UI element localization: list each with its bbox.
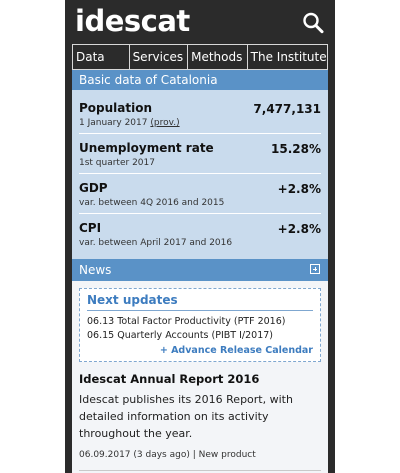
news-item-title[interactable]: Idescat Annual Report 2016 [79, 372, 321, 386]
expand-icon[interactable] [310, 264, 320, 274]
stat-subtitle: 1st quarter 2017 [79, 158, 155, 168]
stat-gdp[interactable]: GDP +2.8% var. between 4Q 2016 and 2015 [79, 174, 321, 214]
main-navigation: Data Services Methods The Institute [72, 44, 328, 70]
news-header: News [72, 259, 328, 281]
stat-value: 7,477,131 [253, 102, 321, 116]
stat-cpi[interactable]: CPI +2.8% var. between April 2017 and 20… [79, 214, 321, 253]
idescat-logo[interactable]: idescat [75, 4, 190, 38]
nav-methods[interactable]: Methods [187, 44, 247, 70]
stat-population[interactable]: Population 7,477,131 1 January 2017 (pro… [79, 94, 321, 134]
next-updates-box: Next updates 06.13 Total Factor Producti… [79, 288, 321, 362]
stat-value: +2.8% [277, 222, 321, 236]
basic-data-panel: Population 7,477,131 1 January 2017 (pro… [72, 90, 328, 259]
stat-unemployment-rate[interactable]: Unemployment rate 15.28% 1st quarter 201… [79, 134, 321, 174]
stat-date: 1 January 2017 [79, 118, 148, 128]
stat-subtitle: var. between 4Q 2016 and 2015 [79, 198, 225, 208]
meta-separator: | [192, 450, 196, 460]
advance-release-calendar-link[interactable]: + Advance Release Calendar [87, 345, 313, 356]
stat-value: 15.28% [271, 142, 321, 156]
search-icon [303, 12, 324, 34]
divider [79, 470, 321, 471]
stat-subtitle: var. between April 2017 and 2016 [79, 238, 233, 248]
main-content: Basic data of Catalonia Population 7,477… [72, 70, 328, 473]
stat-subtitle: 1 January 2017 (prov.) [79, 118, 321, 128]
news-item-meta: 06.09.2017 (3 days ago) | New product [79, 450, 321, 460]
basic-data-header: Basic data of Catalonia [72, 70, 328, 90]
stat-value: +2.8% [277, 182, 321, 196]
news-item-date: 06.09.2017 (3 days ago) [79, 450, 190, 460]
update-item[interactable]: 06.15 Quarterly Accounts (PIBT I/2017) [87, 329, 313, 343]
update-item[interactable]: 06.13 Total Factor Productivity (PTF 201… [87, 315, 313, 329]
news-item: Idescat Annual Report 2016 Idescat publi… [72, 362, 328, 460]
nav-the-institute[interactable]: The Institute [246, 44, 328, 70]
news-title: News [79, 263, 112, 277]
news-item-category[interactable]: New product [199, 450, 256, 460]
next-updates-title: Next updates [87, 293, 313, 311]
nav-services[interactable]: Services [128, 44, 188, 70]
news-item-text: Idescat publishes its 2016 Report, with … [79, 393, 293, 440]
mobile-viewport: idescat Data Services Methods The Instit… [65, 0, 335, 473]
search-button[interactable] [301, 11, 325, 35]
provisional-link[interactable]: (prov.) [150, 118, 179, 128]
top-bar: idescat [65, 0, 335, 44]
nav-data[interactable]: Data [72, 44, 129, 70]
